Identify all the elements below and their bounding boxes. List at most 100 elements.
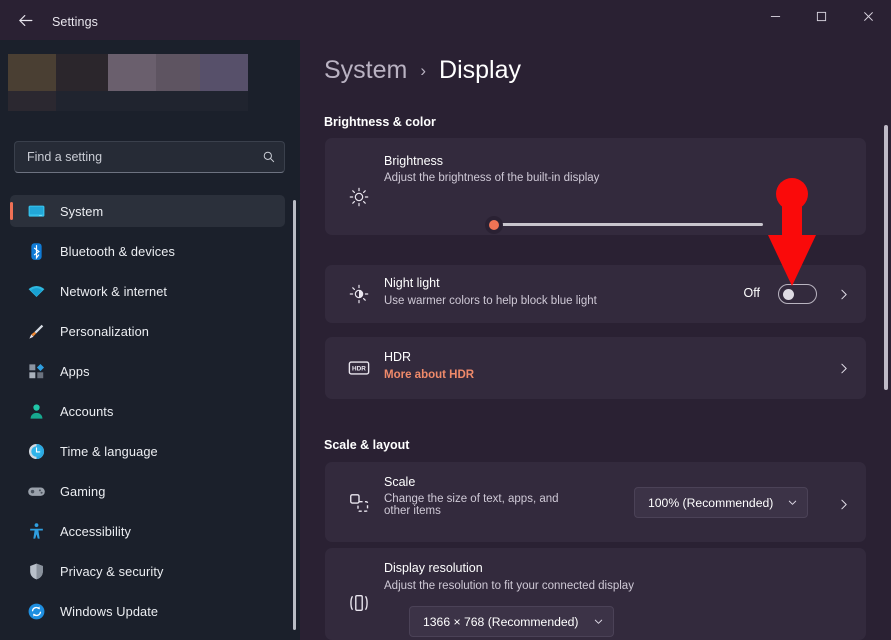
hdr-chevron[interactable] bbox=[834, 359, 852, 377]
sidebar-scrollbar[interactable] bbox=[293, 200, 296, 630]
sidebar-item-accessibility[interactable]: Accessibility bbox=[10, 515, 285, 547]
minimize-button[interactable] bbox=[752, 0, 798, 32]
section-heading-scale-layout: Scale & layout bbox=[324, 438, 410, 452]
wifi-icon bbox=[24, 281, 48, 301]
resolution-dropdown[interactable]: 1366 × 768 (Recommended) bbox=[409, 606, 614, 637]
scale-chevron[interactable] bbox=[834, 495, 852, 513]
chevron-right-icon: › bbox=[420, 61, 427, 80]
brightness-slider-track bbox=[501, 223, 763, 226]
sidebar-item-gaming[interactable]: Gaming bbox=[10, 475, 285, 507]
profile-pixel bbox=[200, 54, 248, 91]
sidebar-item-accounts[interactable]: Accounts bbox=[10, 395, 285, 427]
resolution-dropdown-value: 1366 × 768 (Recommended) bbox=[423, 614, 579, 629]
user-profile-blurred bbox=[8, 54, 248, 111]
hdr-card[interactable]: HDR HDR More about HDR bbox=[325, 337, 866, 399]
sidebar-item-label: Bluetooth & devices bbox=[60, 243, 176, 259]
chevron-right-icon bbox=[840, 289, 847, 299]
hdr-title: HDR bbox=[384, 350, 412, 364]
sidebar-item-label: Personalization bbox=[60, 323, 149, 339]
window-title: Settings bbox=[52, 15, 98, 29]
sidebar-item-label: Time & language bbox=[60, 443, 158, 459]
night-light-title: Night light bbox=[384, 276, 440, 290]
bluetooth-icon bbox=[24, 241, 48, 261]
back-button[interactable] bbox=[10, 6, 40, 34]
profile-pixel bbox=[108, 54, 156, 91]
settings-window: Settings Find a setting System Bluetooth… bbox=[0, 0, 891, 640]
close-icon bbox=[863, 11, 873, 21]
sidebar-item-windows-update[interactable]: Windows Update bbox=[10, 595, 285, 627]
back-arrow-icon bbox=[18, 14, 32, 26]
sidebar: System Bluetooth & devices Network & int… bbox=[0, 40, 300, 640]
sidebar-item-privacy-security[interactable]: Privacy & security bbox=[10, 555, 285, 587]
minimize-icon bbox=[770, 15, 780, 17]
brightness-sun-icon bbox=[342, 180, 376, 214]
chevron-right-icon bbox=[840, 363, 847, 373]
chevron-right-icon bbox=[840, 499, 847, 509]
clock-icon bbox=[24, 441, 48, 461]
sidebar-item-label: Network & internet bbox=[60, 283, 168, 299]
svg-text:HDR: HDR bbox=[352, 365, 366, 372]
brightness-slider-thumb[interactable] bbox=[485, 216, 503, 234]
main-scrollbar[interactable] bbox=[884, 125, 888, 390]
brightness-subtitle: Adjust the brightness of the built-in di… bbox=[384, 172, 600, 184]
search-box[interactable] bbox=[14, 141, 285, 173]
sidebar-nav: System Bluetooth & devices Network & int… bbox=[10, 195, 285, 635]
update-icon bbox=[24, 601, 48, 621]
night-light-toggle[interactable] bbox=[778, 284, 817, 304]
profile-pixel bbox=[56, 91, 248, 111]
sidebar-item-network-internet[interactable]: Network & internet bbox=[10, 275, 285, 307]
maximize-button[interactable] bbox=[798, 0, 844, 32]
brightness-title: Brightness bbox=[384, 154, 444, 168]
scale-subtitle: Change the size of text, apps, and other… bbox=[384, 493, 559, 517]
night-light-state-label: Off bbox=[743, 286, 760, 300]
scale-dropdown[interactable]: 100% (Recommended) bbox=[634, 487, 809, 518]
brightness-slider[interactable] bbox=[485, 216, 763, 234]
sidebar-item-apps[interactable]: Apps bbox=[10, 355, 285, 387]
sidebar-item-bluetooth-devices[interactable]: Bluetooth & devices bbox=[10, 235, 285, 267]
sidebar-item-label: Accounts bbox=[60, 403, 114, 419]
profile-pixel bbox=[156, 54, 200, 91]
brightness-card: Brightness Adjust the brightness of the … bbox=[325, 138, 866, 235]
sidebar-item-system[interactable]: System bbox=[10, 195, 285, 227]
resolution-title: Display resolution bbox=[384, 561, 483, 575]
gamepad-icon bbox=[24, 481, 48, 501]
hdr-learn-more-link[interactable]: More about HDR bbox=[384, 369, 474, 381]
chevron-down-icon bbox=[593, 616, 604, 627]
apps-icon bbox=[24, 361, 48, 381]
night-light-card[interactable]: Night light Use warmer colors to help bl… bbox=[325, 265, 866, 323]
person-icon bbox=[24, 401, 48, 421]
breadcrumb: System › Display bbox=[324, 56, 521, 85]
toggle-knob bbox=[783, 289, 794, 300]
resolution-icon bbox=[342, 586, 376, 620]
display-resolution-card[interactable]: Display resolution Adjust the resolution… bbox=[325, 548, 866, 640]
night-light-chevron[interactable] bbox=[834, 285, 852, 303]
scale-card[interactable]: Scale Change the size of text, apps, and… bbox=[325, 462, 866, 542]
sidebar-item-label: Apps bbox=[60, 363, 90, 379]
chevron-down-icon bbox=[787, 497, 798, 508]
sidebar-item-label: Windows Update bbox=[60, 603, 159, 619]
night-light-icon bbox=[342, 277, 376, 311]
main-content: System › Display Brightness & color Brig… bbox=[300, 40, 891, 640]
night-light-subtitle: Use warmer colors to help block blue lig… bbox=[384, 295, 597, 307]
sidebar-item-time-language[interactable]: Time & language bbox=[10, 435, 285, 467]
close-button[interactable] bbox=[845, 0, 891, 32]
sidebar-item-label: Gaming bbox=[60, 483, 106, 499]
monitor-icon bbox=[24, 201, 48, 221]
search-icon bbox=[254, 150, 284, 164]
section-heading-brightness-color: Brightness & color bbox=[324, 115, 436, 129]
accessibility-icon bbox=[24, 521, 48, 541]
sidebar-item-label: System bbox=[60, 203, 104, 219]
maximize-icon bbox=[816, 11, 826, 21]
breadcrumb-parent[interactable]: System bbox=[324, 56, 407, 85]
title-bar: Settings bbox=[0, 0, 891, 40]
resolution-subtitle: Adjust the resolution to fit your connec… bbox=[384, 580, 634, 592]
sidebar-item-label: Accessibility bbox=[60, 523, 131, 539]
scale-title: Scale bbox=[384, 475, 416, 489]
hdr-icon: HDR bbox=[342, 351, 376, 385]
scale-icon bbox=[342, 486, 376, 520]
profile-pixel bbox=[8, 54, 56, 91]
shield-icon bbox=[24, 561, 48, 581]
search-input[interactable] bbox=[15, 150, 254, 164]
profile-pixel bbox=[56, 54, 108, 91]
sidebar-item-personalization[interactable]: Personalization bbox=[10, 315, 285, 347]
